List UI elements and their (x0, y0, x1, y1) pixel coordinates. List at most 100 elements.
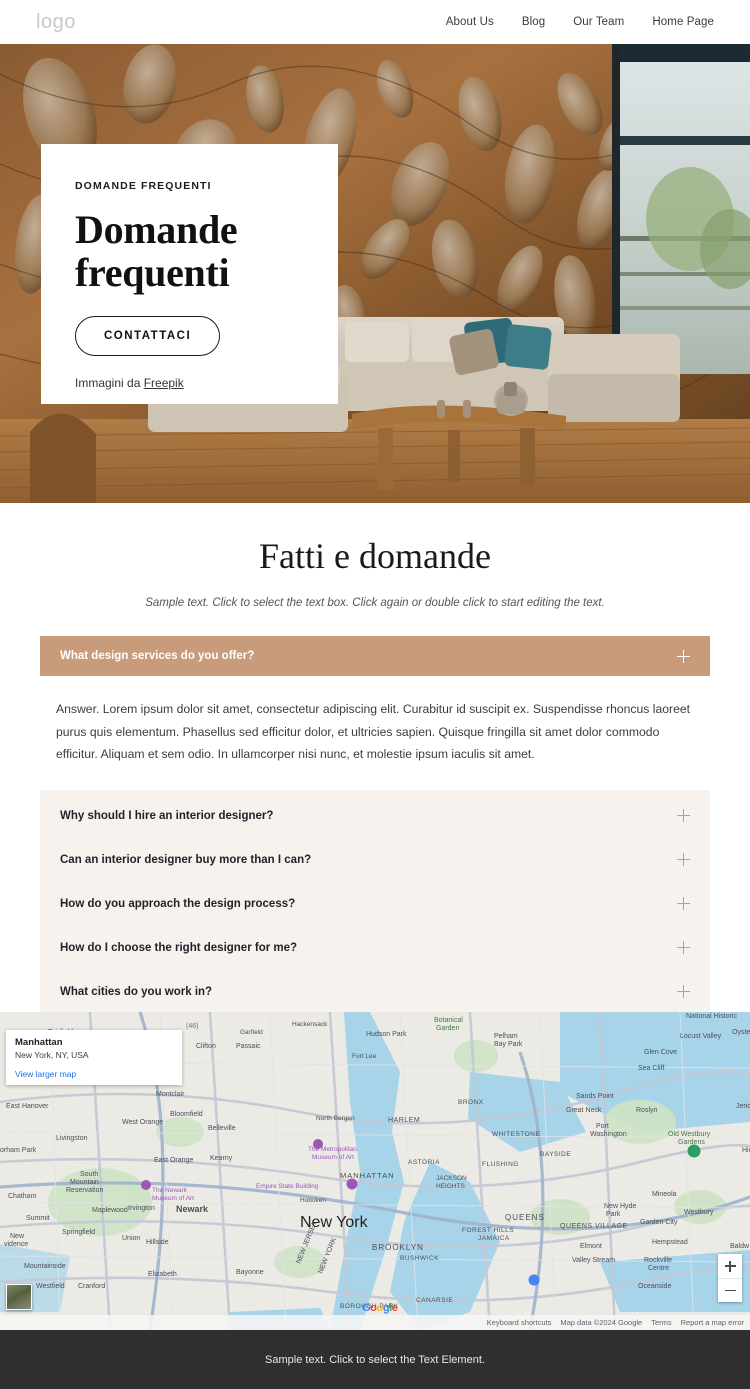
accordion-question: Why should I hire an interior designer? (60, 809, 274, 822)
site-logo[interactable]: logo (36, 11, 76, 34)
svg-text:FOREST HILLS: FOREST HILLS (462, 1227, 514, 1234)
map-attribution-bar: Keyboard shortcuts Map data ©2024 Google… (0, 1315, 750, 1330)
svg-text:Fort Lee: Fort Lee (352, 1053, 377, 1060)
street-view-thumbnail[interactable] (6, 1284, 32, 1310)
svg-text:Park: Park (606, 1211, 621, 1218)
svg-text:Baldw: Baldw (730, 1243, 750, 1250)
plus-icon[interactable] (677, 897, 690, 911)
accordion-list: Why should I hire an interior designer? … (40, 789, 710, 1018)
accordion-question: How do I choose the right designer for m… (60, 941, 298, 954)
plus-icon[interactable] (677, 941, 690, 955)
svg-text:Belleville: Belleville (208, 1125, 236, 1132)
svg-text:CANARSIE: CANARSIE (416, 1297, 453, 1304)
svg-text:Hackensack: Hackensack (292, 1021, 328, 1028)
accordion-answer: Answer. Lorem ipsum dolor sit amet, cons… (56, 702, 691, 762)
zoom-out-button[interactable] (718, 1278, 742, 1302)
google-logo-letter: e (391, 1302, 398, 1314)
svg-text:(46): (46) (186, 1023, 198, 1030)
nav-item-blog[interactable]: Blog (522, 16, 545, 28)
google-logo-letter: G (362, 1302, 371, 1314)
svg-text:Empire State Building: Empire State Building (256, 1183, 319, 1190)
hero-title-line-2: frequenti (75, 250, 230, 296)
hero-title-line-1: Domande (75, 207, 238, 252)
svg-text:Passaic: Passaic (236, 1043, 261, 1050)
accordion-question: How do you approach the design process? (60, 897, 296, 910)
svg-text:Hic: Hic (742, 1147, 750, 1154)
site-header: logo About Us Blog Our Team Home Page (0, 0, 750, 44)
accordion-item[interactable]: How do I choose the right designer for m… (40, 926, 710, 970)
footer-text: Sample text. Click to select the Text El… (265, 1353, 485, 1366)
site-footer: Sample text. Click to select the Text El… (0, 1330, 750, 1389)
svg-text:Pelham: Pelham (494, 1033, 518, 1040)
hero-card: DOMANDE FREQUENTI Domande frequenti CONT… (41, 144, 338, 404)
svg-text:Oyster: Oyster (732, 1029, 750, 1036)
svg-text:Mineola: Mineola (652, 1191, 677, 1198)
accordion-item[interactable]: Can an interior designer buy more than I… (40, 838, 710, 882)
svg-text:HEIGHTS: HEIGHTS (436, 1183, 466, 1190)
image-credit: Immagini da Freepik (75, 376, 304, 390)
svg-text:Hoboken: Hoboken (300, 1197, 326, 1204)
svg-text:FLUSHING: FLUSHING (482, 1161, 519, 1168)
svg-text:Hudson Park: Hudson Park (366, 1031, 407, 1038)
page-root: logo About Us Blog Our Team Home Page DO… (0, 0, 750, 1389)
google-logo: Google (362, 1302, 398, 1314)
svg-text:Garden City: Garden City (640, 1219, 678, 1226)
accordion-question: Can an interior designer buy more than I… (60, 853, 312, 866)
accordion-question: What cities do you work in? (60, 985, 213, 998)
accordion-item[interactable]: What cities do you work in? (40, 970, 710, 1014)
plus-icon[interactable] (677, 649, 690, 663)
hero-eyebrow: DOMANDE FREQUENTI (75, 180, 212, 192)
svg-text:Bayonne: Bayonne (236, 1269, 264, 1276)
plus-icon[interactable] (677, 985, 690, 999)
svg-text:Newark: Newark (176, 1204, 209, 1214)
faq-title: Fatti e domande (259, 536, 491, 576)
svg-text:JACKSON: JACKSON (436, 1175, 467, 1182)
svg-text:Kearny: Kearny (210, 1155, 233, 1162)
svg-text:Clifton: Clifton (196, 1043, 216, 1050)
svg-text:JAMAICA: JAMAICA (478, 1235, 510, 1242)
svg-text:Valley Stream: Valley Stream (572, 1257, 615, 1264)
map-place-card: Manhattan New York, NY, USA View larger … (6, 1030, 182, 1085)
contact-button[interactable]: CONTATTACI (75, 316, 221, 357)
plus-icon[interactable] (677, 809, 690, 823)
accordion-question-open: What design services do you offer? (60, 650, 255, 662)
svg-text:Glen Cove: Glen Cove (644, 1049, 677, 1056)
accordion-item[interactable]: How do you approach the design process? (40, 882, 710, 926)
hero-section: DOMANDE FREQUENTI Domande frequenti CONT… (0, 44, 750, 503)
map-embed[interactable]: New York Newark MANHATTAN BROOKLYN QUEEN… (0, 1012, 750, 1330)
nav-item-about-us[interactable]: About Us (446, 16, 494, 28)
svg-text:QUEENS VILLAGE: QUEENS VILLAGE (560, 1223, 628, 1230)
svg-text:Rockville: Rockville (644, 1257, 672, 1264)
main-navigation: About Us Blog Our Team Home Page (446, 16, 714, 28)
svg-text:BUSHWICK: BUSHWICK (400, 1255, 439, 1262)
accordion-item-open[interactable]: What design services do you offer? (40, 636, 710, 676)
image-credit-prefix: Immagini da (75, 376, 144, 391)
svg-text:Museum of Art: Museum of Art (312, 1154, 354, 1161)
svg-text:Locust Valley: Locust Valley (680, 1033, 722, 1040)
svg-text:Great Neck: Great Neck (566, 1107, 602, 1114)
svg-text:WHITESTONE: WHITESTONE (492, 1131, 540, 1138)
svg-text:Oceanside: Oceanside (638, 1283, 672, 1290)
report-map-error-link[interactable]: Report a map error (681, 1318, 744, 1327)
faq-section: Fatti e domande Sample text. Click to se… (0, 503, 750, 1018)
svg-text:North Bergen: North Bergen (316, 1115, 355, 1122)
svg-text:Bay Park: Bay Park (494, 1041, 523, 1048)
plus-icon[interactable] (677, 853, 690, 867)
svg-text:BRONX: BRONX (458, 1099, 484, 1106)
keyboard-shortcuts-link[interactable]: Keyboard shortcuts (487, 1318, 552, 1327)
freepik-link[interactable]: Freepik (144, 376, 184, 390)
terms-link[interactable]: Terms (651, 1318, 671, 1327)
svg-text:Jericho: Jericho (736, 1103, 750, 1110)
nav-item-our-team[interactable]: Our Team (573, 16, 624, 28)
zoom-in-button[interactable] (718, 1254, 742, 1278)
accordion-item[interactable]: Why should I hire an interior designer? (40, 794, 710, 838)
faq-subtitle: Sample text. Click to select the text bo… (145, 597, 605, 609)
svg-text:Port: Port (596, 1123, 609, 1130)
hero-title: Domande frequenti (75, 207, 304, 296)
nav-item-home-page[interactable]: Home Page (652, 16, 714, 28)
svg-text:Bloomfield: Bloomfield (170, 1111, 203, 1118)
svg-text:Sea Cliff: Sea Cliff (638, 1065, 664, 1072)
svg-text:National Historic: National Historic (686, 1013, 737, 1020)
svg-text:Garfield: Garfield (240, 1029, 263, 1036)
svg-text:Old Westbury: Old Westbury (668, 1131, 711, 1138)
